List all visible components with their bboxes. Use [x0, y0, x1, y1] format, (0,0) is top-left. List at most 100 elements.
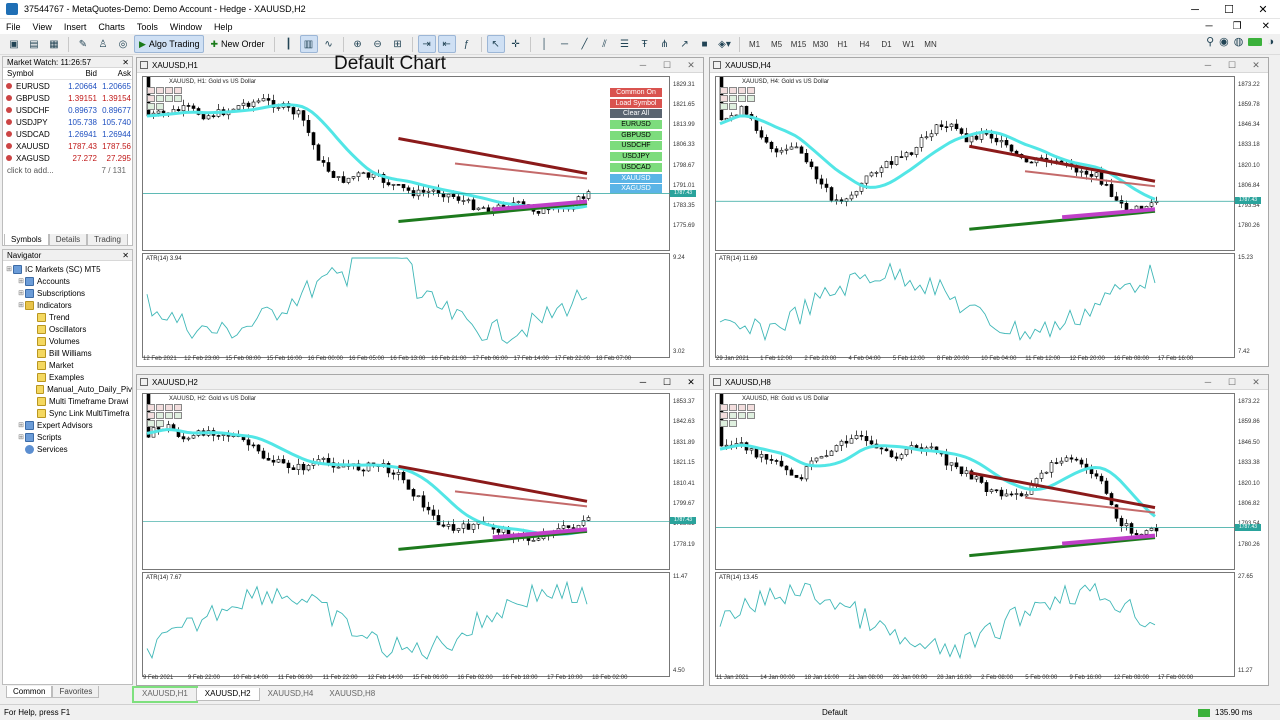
drawing-tool-button[interactable]	[174, 412, 182, 419]
drawing-tool-button[interactable]	[147, 103, 155, 110]
atr-indicator-pane[interactable]: ATR(14) 7.67	[142, 572, 670, 677]
expand-icon[interactable]: ⊞	[17, 289, 25, 297]
search-icon[interactable]: ⚲	[1206, 35, 1214, 48]
expand-icon[interactable]: ⊞	[17, 301, 25, 309]
new-order-button[interactable]: ✚ New Order	[206, 35, 268, 53]
drawing-tool-button[interactable]	[720, 412, 728, 419]
market-watch-row[interactable]: XAGUSD 27.272 27.295	[3, 152, 132, 164]
timeframe-m15[interactable]: M15	[789, 35, 809, 53]
menu-tools[interactable]: Tools	[131, 22, 164, 32]
bar-chart-icon[interactable]: ┃	[280, 35, 298, 53]
chart-maximize-button[interactable]: ☐	[1220, 60, 1244, 71]
chart-minimize-button[interactable]: ─	[631, 377, 655, 388]
channel-icon[interactable]: ⫽	[596, 35, 614, 53]
add-symbol-label[interactable]: click to add...	[7, 166, 54, 175]
market-watch-row[interactable]: USDJPY 105.738 105.740	[3, 116, 132, 128]
pitchfork-icon[interactable]: ⋔	[656, 35, 674, 53]
menu-help[interactable]: Help	[208, 22, 239, 32]
symbol-button[interactable]: XAUUSD	[610, 173, 662, 183]
chart-maximize-button[interactable]: ☐	[655, 60, 679, 71]
support-trendline[interactable]	[398, 529, 588, 551]
line-chart-icon[interactable]: ∿	[320, 35, 338, 53]
timeframe-h1[interactable]: H1	[833, 35, 853, 53]
chart-maximize-button[interactable]: ☐	[1220, 377, 1244, 388]
chart-window-header[interactable]: XAUUSD,H4 ─ ☐ ✕	[710, 58, 1268, 73]
crosshair-icon[interactable]: ✛	[507, 35, 525, 53]
drawing-tool-button[interactable]	[156, 95, 164, 102]
chart-minimize-button[interactable]: ─	[631, 60, 655, 71]
chart-close-button[interactable]: ✕	[1244, 377, 1268, 388]
drawing-tool-button[interactable]	[156, 404, 164, 411]
atr-indicator-pane[interactable]: ATR(14) 11.69	[715, 253, 1235, 358]
chart-maximize-button[interactable]: ☐	[655, 377, 679, 388]
horizontal-line-icon[interactable]: ─	[556, 35, 574, 53]
drawing-tool-button[interactable]	[165, 404, 173, 411]
mdi-restore-button[interactable]: ❐	[1223, 21, 1252, 32]
symbol-button[interactable]: USDCHF	[610, 141, 662, 151]
cursor-icon[interactable]: ↖	[486, 35, 505, 53]
drawing-tool-button[interactable]	[147, 87, 155, 94]
price-axis[interactable]: 1873.22 1859.78 1846.34 1833.18 1820.10 1806.…	[1235, 76, 1270, 251]
expand-icon[interactable]: ⊞	[17, 421, 25, 429]
drawing-tool-button[interactable]	[147, 95, 155, 102]
timeframe-mn[interactable]: MN	[921, 35, 941, 53]
navigator-item[interactable]: ⊞ IC Markets (SC) MT5	[3, 263, 132, 275]
tab-symbols[interactable]: Symbols	[4, 234, 49, 246]
candlesticks-icon[interactable]: ▥	[299, 35, 318, 53]
drawing-tool-button[interactable]	[729, 103, 737, 110]
navigator-item[interactable]: Multi Timeframe Drawi	[3, 395, 132, 407]
drawing-tool-button[interactable]	[165, 412, 173, 419]
drawing-tool-button[interactable]	[738, 404, 746, 411]
drawing-tool-button[interactable]	[720, 420, 728, 427]
symbol-button[interactable]: Clear All	[610, 109, 662, 119]
arrows-icon[interactable]: ↗	[676, 35, 694, 53]
navigator-item[interactable]: Sync Link MultiTimefra	[3, 407, 132, 419]
symbol-button[interactable]: GBPUSD	[610, 130, 662, 140]
expand-icon[interactable]: ⊞	[5, 265, 13, 273]
chart-window[interactable]: XAUUSD,H8 ─ ☐ ✕ XAUUSD, H8: Gold vs US Dolla…	[709, 374, 1269, 686]
navigator-item[interactable]: Volumes	[3, 335, 132, 347]
chart-window-header[interactable]: XAUUSD,H2 ─ ☐ ✕	[137, 375, 703, 390]
time-axis[interactable]: 12 Feb 2021 12 Feb 23:00 15 Feb 08:00 15 Fe…	[142, 356, 670, 366]
navigator-item[interactable]: ⊞ Subscriptions	[3, 287, 132, 299]
price-chart[interactable]: XAUUSD, H1: Gold vs US Dollar	[142, 76, 671, 251]
market-watch-row[interactable]: USDCHF 0.89673 0.89677	[3, 104, 132, 116]
vertical-line-icon[interactable]: │	[536, 35, 554, 53]
timeframe-h4[interactable]: H4	[855, 35, 875, 53]
zoom-out-icon[interactable]: ⊖	[369, 35, 387, 53]
timeframe-w1[interactable]: W1	[899, 35, 919, 53]
navigator-item[interactable]: ⊞ Scripts	[3, 431, 132, 443]
column-ask[interactable]: Ask	[97, 69, 131, 78]
time-axis[interactable]: 11 Jan 2021 14 Jan 00:00 18 Jan 16:00 21 Ja…	[715, 675, 1235, 685]
drawing-tool-button[interactable]	[147, 420, 155, 427]
navigator-item[interactable]: Services	[3, 443, 132, 455]
timeframe-m1[interactable]: M1	[745, 35, 765, 53]
price-axis[interactable]: 1829.31 1821.65 1813.99 1806.33 1798.67 1791.…	[670, 76, 705, 251]
chart-tab-h8[interactable]: XAUUSD,H8	[321, 688, 383, 701]
trendline-icon[interactable]: ╱	[576, 35, 594, 53]
tab-trading[interactable]: Trading	[87, 234, 128, 246]
drawing-tool-button[interactable]	[738, 95, 746, 102]
zoom-in-icon[interactable]: ⊕	[349, 35, 367, 53]
tab-common[interactable]: Common	[6, 686, 53, 698]
autoscroll-icon[interactable]: ⇥	[417, 35, 436, 53]
price-chart[interactable]: XAUUSD, H4: Gold vs US Dollar	[715, 76, 1236, 251]
drawing-tool-button[interactable]	[729, 412, 737, 419]
market-watch-row[interactable]: GBPUSD 1.39151 1.39154	[3, 92, 132, 104]
price-axis[interactable]: 1873.22 1859.86 1846.50 1833.38 1820.10 1806.…	[1235, 393, 1270, 570]
drawing-tool-button[interactable]	[729, 95, 737, 102]
chart-window[interactable]: XAUUSD,H4 ─ ☐ ✕ XAUUSD, H4: Gold vs US Dolla…	[709, 57, 1269, 367]
timeframe-m30[interactable]: M30	[811, 35, 831, 53]
chart-shift-icon[interactable]: ⇤	[437, 35, 456, 53]
atr-indicator-pane[interactable]: ATR(14) 3.94	[142, 253, 670, 358]
signals-icon[interactable]: ◍	[1234, 35, 1244, 48]
navigator-item[interactable]: Bill Williams	[3, 347, 132, 359]
chart-tab-h2[interactable]: XAUUSD,H2	[195, 688, 260, 701]
text-tool-icon[interactable]: Ŧ	[636, 35, 654, 53]
drawing-tool-button[interactable]	[147, 412, 155, 419]
atr-indicator-pane[interactable]: ATR(14) 13.45	[715, 572, 1235, 677]
drawing-tool-button[interactable]	[165, 87, 173, 94]
symbol-button[interactable]: XAGUSD	[610, 184, 662, 194]
drawing-tool-button[interactable]	[747, 87, 755, 94]
chart-minimize-button[interactable]: ─	[1196, 60, 1220, 71]
